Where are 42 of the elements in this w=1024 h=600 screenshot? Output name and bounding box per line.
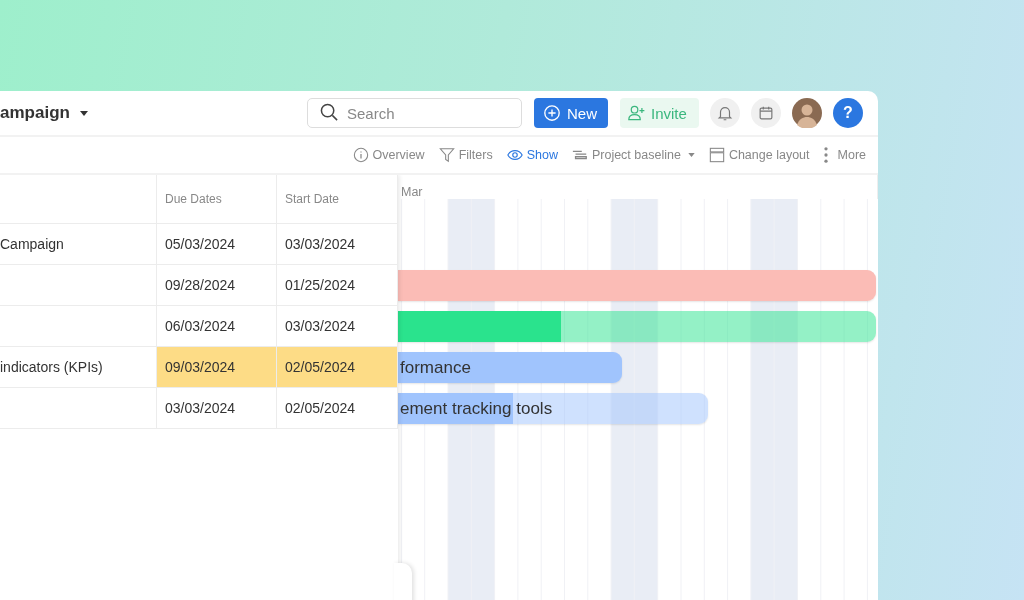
- toolbar-button[interactable]: Show: [506, 147, 558, 163]
- toolbar-button[interactable]: Change layout: [708, 147, 810, 163]
- new-button[interactable]: New: [534, 98, 608, 128]
- toolbar-button[interactable]: More: [823, 147, 866, 163]
- gantt-bar[interactable]: formance: [398, 352, 622, 383]
- table-cell: 03/03/2024: [157, 388, 277, 428]
- toolbar-button[interactable]: Overview: [352, 147, 425, 163]
- eye-icon: [506, 147, 523, 163]
- table-cell: 03/03/2024: [277, 224, 398, 264]
- caret-icon: [687, 153, 695, 157]
- table-cell: 02/05/2024: [277, 347, 398, 387]
- invite-button[interactable]: Invite: [620, 98, 699, 128]
- column-header: Due Dates: [157, 175, 277, 223]
- layout-icon: [708, 147, 725, 163]
- month-label: Mar: [401, 185, 423, 199]
- task-name: Campaign: [0, 236, 64, 252]
- info-icon: [352, 147, 369, 163]
- user-avatar[interactable]: [792, 98, 822, 128]
- table-cell: 09/03/2024: [157, 347, 277, 387]
- notifications-button[interactable]: [710, 98, 740, 128]
- project-title[interactable]: ampaign: [0, 103, 70, 123]
- add-user-icon: [628, 104, 646, 122]
- column-header: Start Date: [277, 175, 398, 223]
- calendar-icon: [757, 104, 775, 122]
- caret-icon[interactable]: [79, 110, 88, 116]
- bar-label: formance: [399, 357, 471, 378]
- table-cell: 06/03/2024: [157, 306, 277, 346]
- table-cell: 05/03/2024: [157, 224, 277, 264]
- help-button[interactable]: ?: [833, 98, 863, 128]
- toolbar-button[interactable]: Filters: [438, 147, 493, 163]
- calendar-button[interactable]: [751, 98, 781, 128]
- bell-icon: [716, 104, 734, 122]
- plus-icon: [543, 104, 561, 122]
- bar-label: ement tracking tools: [399, 398, 553, 419]
- more-icon: [823, 147, 828, 163]
- gantt-bar[interactable]: ement tracking tools: [398, 393, 708, 424]
- filter-icon: [438, 147, 455, 163]
- table-cell: 09/28/2024: [157, 265, 277, 305]
- search-icon: [320, 103, 339, 122]
- task-name: indicators (KPIs): [0, 359, 103, 375]
- search-field[interactable]: Search: [307, 98, 522, 128]
- toolbar-button[interactable]: Project baseline: [571, 147, 695, 163]
